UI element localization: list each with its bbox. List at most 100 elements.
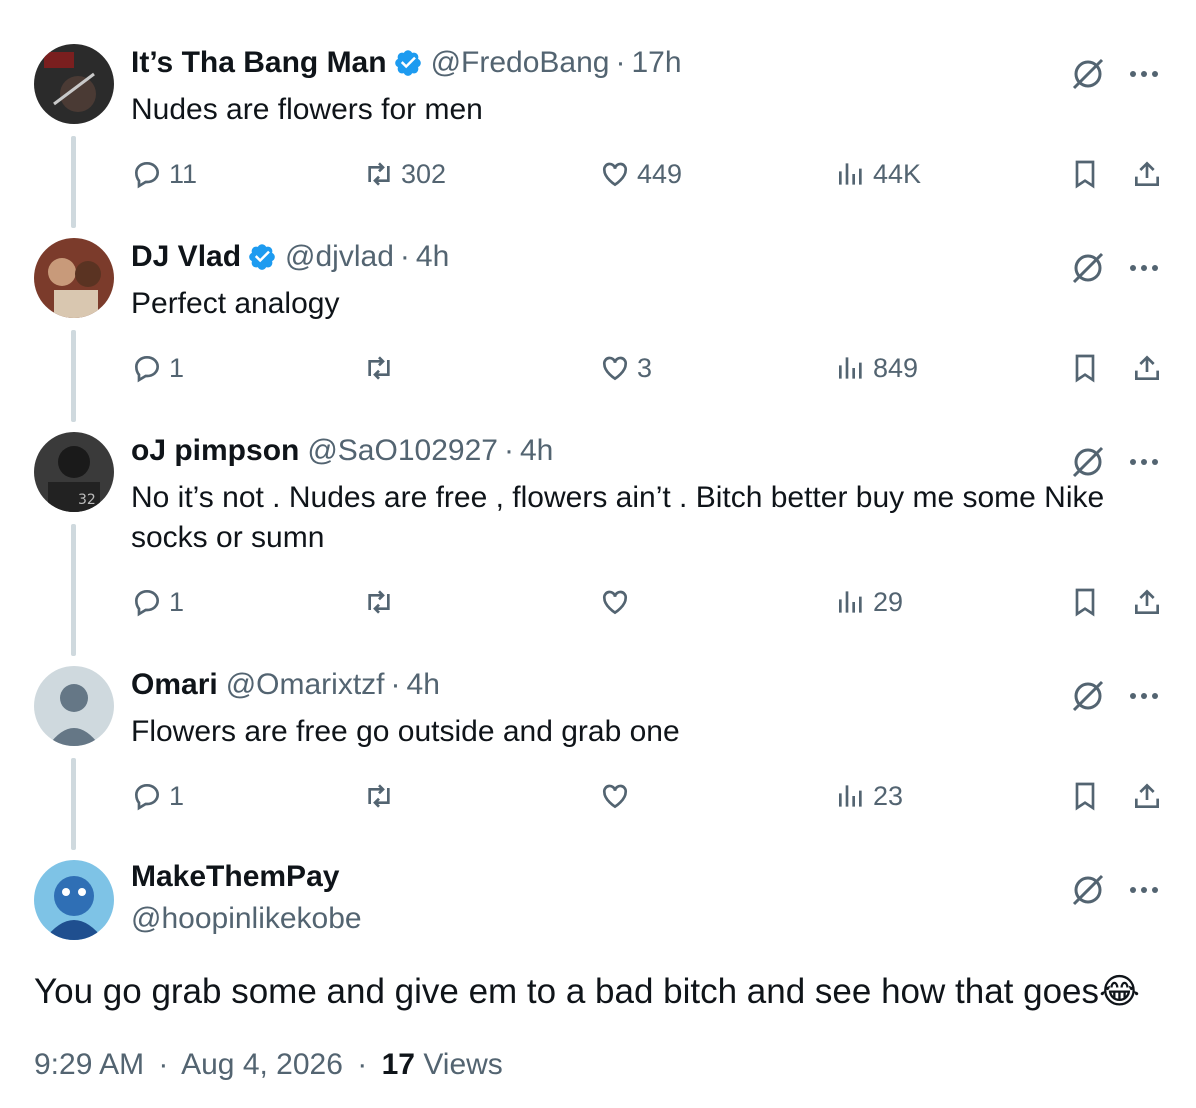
grok-icon[interactable]	[1068, 676, 1108, 716]
display-name[interactable]: DJ Vlad	[131, 238, 241, 276]
separator: ·	[390, 668, 401, 701]
avatar[interactable]	[34, 238, 114, 318]
bookmark-button[interactable]	[1069, 154, 1101, 194]
separator: ·	[503, 434, 514, 467]
like-button[interactable]	[599, 582, 637, 622]
reply-button[interactable]: 1	[131, 348, 184, 388]
post-time[interactable]: 9:29 AM	[34, 1048, 144, 1081]
retweet-button[interactable]	[363, 582, 401, 622]
handle[interactable]: @Omarixtzf	[226, 666, 385, 704]
reply-icon	[134, 783, 160, 811]
bookmark-button[interactable]	[1069, 776, 1101, 816]
like-button[interactable]: 3	[599, 348, 652, 388]
display-name[interactable]: It’s Tha Bang Man	[131, 44, 387, 82]
tweet-top-icons	[1068, 676, 1162, 716]
reply-icon	[134, 161, 160, 189]
thread-line	[71, 136, 76, 228]
tweet-meta: 9:29 AM · Aug 4, 2026 · 17 Views	[34, 1048, 503, 1082]
share-button[interactable]	[1131, 154, 1163, 194]
tweet-top-icons	[1068, 442, 1162, 482]
tweet-4[interactable]: Omari @Omarixtzf · 4h Flowers are free g…	[0, 662, 1196, 856]
grok-icon[interactable]	[1068, 870, 1108, 910]
tweet-text: Flowers are free go outside and grab one	[131, 715, 680, 748]
post-date[interactable]: Aug 4, 2026	[181, 1048, 343, 1081]
timestamp[interactable]: 4h	[416, 238, 449, 276]
avatar[interactable]	[34, 860, 114, 940]
separator: ·	[399, 240, 410, 273]
verified-badge-icon	[394, 50, 421, 76]
bookmark-icon	[1075, 160, 1095, 189]
views-count: 29	[873, 586, 904, 617]
tweet-2[interactable]: DJ Vlad @djvlad · 4h Perfect analogy 1 3…	[0, 234, 1196, 428]
views-button[interactable]: 849	[835, 348, 918, 388]
handle[interactable]: @FredoBang	[431, 44, 610, 82]
like-icon	[602, 784, 628, 809]
like-icon	[602, 162, 628, 187]
handle[interactable]: @SaO102927	[307, 432, 498, 470]
bookmark-button[interactable]	[1069, 582, 1101, 622]
views-count: 44K	[873, 158, 922, 189]
more-icon[interactable]	[1126, 678, 1162, 714]
more-icon[interactable]	[1126, 872, 1162, 908]
views-icon	[839, 163, 862, 185]
handle[interactable]: @djvlad	[285, 238, 394, 276]
main-tweet: MakeThemPay @hoopinlikekobe You go grab …	[0, 856, 1196, 1108]
like-count: 449	[637, 158, 683, 189]
more-icon[interactable]	[1126, 250, 1162, 286]
like-count: 3	[637, 352, 653, 383]
tweet-text: Perfect analogy	[131, 287, 340, 320]
retweet-icon	[368, 784, 390, 808]
share-button[interactable]	[1131, 776, 1163, 816]
like-button[interactable]: 449	[599, 154, 682, 194]
bookmark-button[interactable]	[1069, 348, 1101, 388]
timestamp[interactable]: 4h	[520, 432, 553, 470]
views-button[interactable]: 44K	[835, 154, 921, 194]
more-icon[interactable]	[1126, 56, 1162, 92]
retweet-button[interactable]	[363, 776, 401, 816]
avatar[interactable]	[34, 44, 114, 124]
grok-icon[interactable]	[1068, 442, 1108, 482]
avatar[interactable]	[34, 666, 114, 746]
avatar[interactable]: 32	[34, 432, 114, 512]
views-icon	[839, 357, 862, 379]
action-bar: 11 302 449 44K	[131, 154, 1171, 194]
like-button[interactable]	[599, 776, 637, 816]
bookmark-icon	[1075, 354, 1095, 383]
handle[interactable]: @hoopinlikekobe	[131, 902, 362, 936]
reply-icon	[134, 589, 160, 617]
views-count: 23	[873, 780, 904, 811]
tweet-text: Nudes are flowers for men	[131, 93, 483, 126]
views-button[interactable]: 23	[835, 776, 903, 816]
more-icon[interactable]	[1126, 444, 1162, 480]
views-button[interactable]: 29	[835, 582, 903, 622]
grok-icon[interactable]	[1068, 248, 1108, 288]
share-icon	[1135, 783, 1159, 808]
share-button[interactable]	[1131, 348, 1163, 388]
tweet-3[interactable]: 32 oJ pimpson @SaO102927 · 4h No it’s no…	[0, 428, 1196, 662]
grok-icon[interactable]	[1068, 54, 1108, 94]
display-name[interactable]: Omari	[131, 666, 218, 704]
share-button[interactable]	[1131, 582, 1163, 622]
reply-count: 1	[169, 352, 185, 383]
reply-count: 1	[169, 586, 185, 617]
tweet-header: oJ pimpson @SaO102927 · 4h	[131, 432, 553, 470]
action-bar: 1 3 849	[131, 348, 1171, 388]
retweet-button[interactable]	[363, 348, 401, 388]
retweet-icon	[368, 356, 390, 380]
reply-button[interactable]: 11	[131, 154, 197, 194]
reply-button[interactable]: 1	[131, 776, 184, 816]
tweet-text: No it’s not . Nudes are free , flowers a…	[131, 481, 1105, 554]
action-bar: 1 23	[131, 776, 1171, 816]
bookmark-icon	[1075, 782, 1095, 811]
svg-text:32: 32	[78, 492, 96, 508]
tweet-1[interactable]: It’s Tha Bang Man @FredoBang · 17h Nudes…	[0, 40, 1196, 234]
verified-badge-icon	[249, 244, 275, 270]
display-name[interactable]: oJ pimpson	[131, 432, 299, 470]
tweet-top-icons	[1068, 54, 1162, 94]
reply-button[interactable]: 1	[131, 582, 184, 622]
timestamp[interactable]: 4h	[407, 666, 440, 704]
retweet-button[interactable]: 302	[363, 154, 446, 194]
timestamp[interactable]: 17h	[631, 44, 681, 82]
display-name[interactable]: MakeThemPay	[131, 860, 339, 894]
views-icon	[839, 785, 862, 807]
